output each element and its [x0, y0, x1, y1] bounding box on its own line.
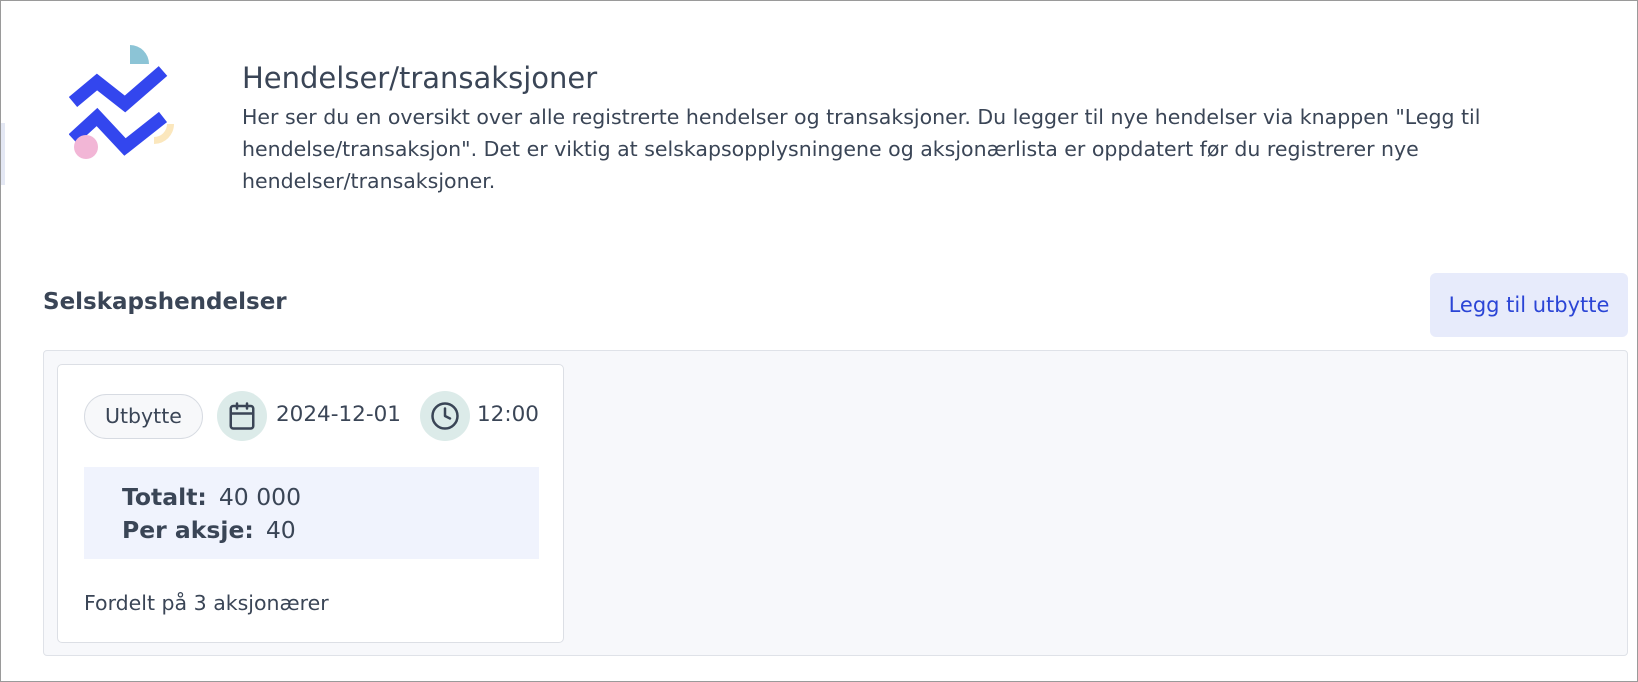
page-title: Hendelser/transaksjoner	[242, 61, 598, 95]
per-share-row: Per aksje: 40	[122, 514, 539, 547]
section-title: Selskapshendelser	[43, 289, 287, 315]
zigzag-logo-icon	[68, 45, 203, 171]
distribution-text: Fordelt på 3 aksjonærer	[84, 591, 329, 615]
calendar-icon	[217, 391, 267, 441]
total-row: Totalt: 40 000	[122, 481, 539, 514]
page-description: Her ser du en oversikt over alle registr…	[242, 105, 1481, 193]
clock-icon	[420, 391, 470, 441]
event-time: 12:00	[477, 402, 539, 427]
side-tab-marker	[1, 123, 5, 185]
event-card[interactable]: Utbytte 2024-12-01 12:00 Totalt: 40 000 …	[57, 364, 564, 643]
total-value: 40 000	[218, 483, 302, 511]
events-panel: Utbytte 2024-12-01 12:00 Totalt: 40 000 …	[43, 350, 1628, 656]
per-share-label: Per aksje:	[122, 516, 254, 544]
total-label: Totalt:	[122, 483, 207, 511]
per-share-value: 40	[265, 516, 296, 544]
event-date: 2024-12-01	[276, 402, 401, 427]
amount-summary: Totalt: 40 000 Per aksje: 40	[84, 467, 539, 559]
app-window: Hendelser/transaksjoner Her ser du en ov…	[0, 0, 1638, 682]
add-dividend-button[interactable]: Legg til utbytte	[1430, 273, 1628, 337]
event-type-badge: Utbytte	[84, 394, 203, 439]
